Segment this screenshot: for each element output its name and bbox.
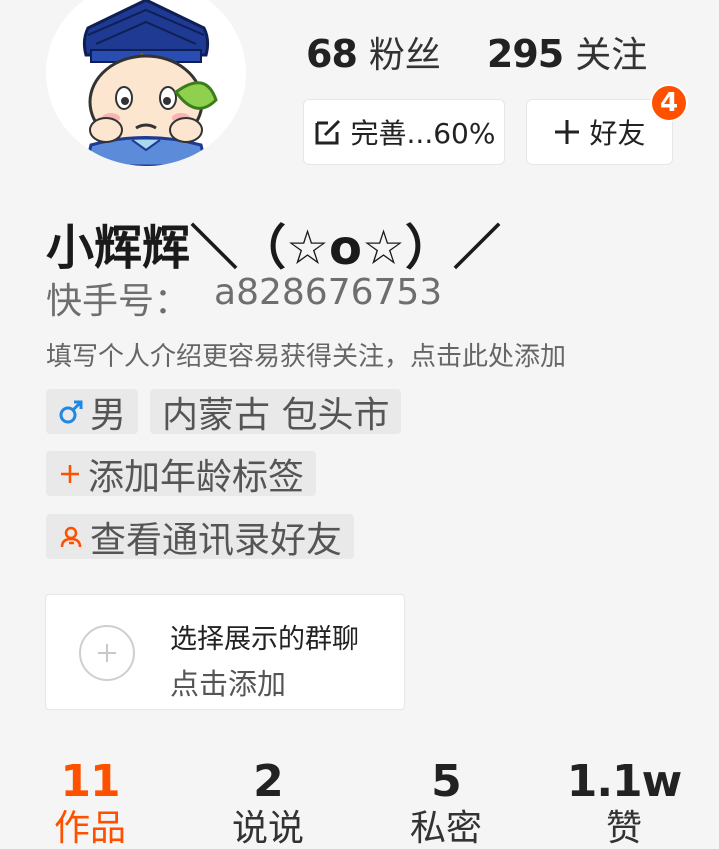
add-age-label: 添加年龄标签 xyxy=(88,456,305,498)
following-label: 关注 xyxy=(575,35,648,76)
tab-private-label: 私密 xyxy=(409,808,483,849)
tab-works-label: 作品 xyxy=(53,808,127,849)
location-tag[interactable]: 内蒙古 包头市 xyxy=(150,389,402,436)
location-label: 内蒙古 包头市 xyxy=(162,394,390,436)
add-age-tag[interactable]: 添加年龄标签 xyxy=(46,451,317,498)
group-chat-title: 选择展示的群聊 xyxy=(170,624,359,655)
profile-page: 68 粉丝 295 关注 完善...60% 好友 4 小辉辉＼（☆o☆）／ 快手… xyxy=(0,0,719,849)
account-id-value[interactable]: a828676753 xyxy=(214,272,442,324)
fans-count: 68 xyxy=(306,32,358,76)
contacts-friends-label: 查看通讯录好友 xyxy=(90,519,343,561)
tab-posts[interactable]: 2 说说 xyxy=(232,758,304,849)
complete-profile-button[interactable]: 完善...60% xyxy=(303,99,505,165)
notification-badge: 4 xyxy=(650,84,688,122)
tab-likes-label: 赞 xyxy=(605,808,642,849)
avatar-cartoon-icon xyxy=(82,0,218,166)
plus-icon xyxy=(555,120,580,144)
fans-label: 粉丝 xyxy=(368,35,441,76)
tab-likes[interactable]: 1.1w 赞 xyxy=(566,756,683,849)
following-stat[interactable]: 295 关注 xyxy=(487,26,647,78)
add-friend-label: 好友 xyxy=(589,117,646,150)
complete-profile-label: 完善...60% xyxy=(350,117,496,150)
tab-likes-count: 1.1w xyxy=(566,756,683,807)
fans-stat[interactable]: 68 粉丝 xyxy=(306,26,441,78)
account-id-row: 快手号： a828676753 xyxy=(46,272,442,324)
edit-icon xyxy=(315,119,340,145)
plus-circle-icon xyxy=(79,625,135,681)
plus-icon xyxy=(58,462,82,486)
tab-private-count: 5 xyxy=(431,756,462,807)
contacts-icon xyxy=(58,524,84,550)
tab-works[interactable]: 11 作品 xyxy=(54,758,126,849)
male-icon xyxy=(58,399,84,425)
content-tabs: 11 作品 2 说说 5 私密 1.1w 赞 xyxy=(0,758,719,849)
contacts-friends-tag[interactable]: 查看通讯录好友 xyxy=(46,514,355,561)
avatar[interactable] xyxy=(46,0,246,166)
tab-posts-count: 2 xyxy=(253,756,284,807)
account-id-label: 快手号： xyxy=(46,281,191,322)
gender-label: 男 xyxy=(90,394,127,436)
following-count: 295 xyxy=(486,32,564,76)
group-chat-card[interactable]: 选择展示的群聊 点击添加 xyxy=(45,594,405,710)
gender-tag[interactable]: 男 xyxy=(46,389,139,436)
follow-stats: 68 粉丝 295 关注 xyxy=(306,26,647,78)
tag-row-basic: 男 内蒙古 包头市 xyxy=(46,389,402,436)
tag-row-contacts: 查看通讯录好友 xyxy=(46,514,355,561)
tab-posts-label: 说说 xyxy=(231,808,305,849)
bio-placeholder[interactable]: 填写个人介绍更容易获得关注，点击此处添加 xyxy=(46,336,566,373)
nickname[interactable]: 小辉辉＼（☆o☆）／ xyxy=(46,208,501,278)
group-chat-subtitle: 点击添加 xyxy=(170,667,287,701)
tag-row-age: 添加年龄标签 xyxy=(46,451,317,498)
tab-private[interactable]: 5 私密 xyxy=(410,758,482,849)
tab-works-count: 11 xyxy=(60,756,120,807)
